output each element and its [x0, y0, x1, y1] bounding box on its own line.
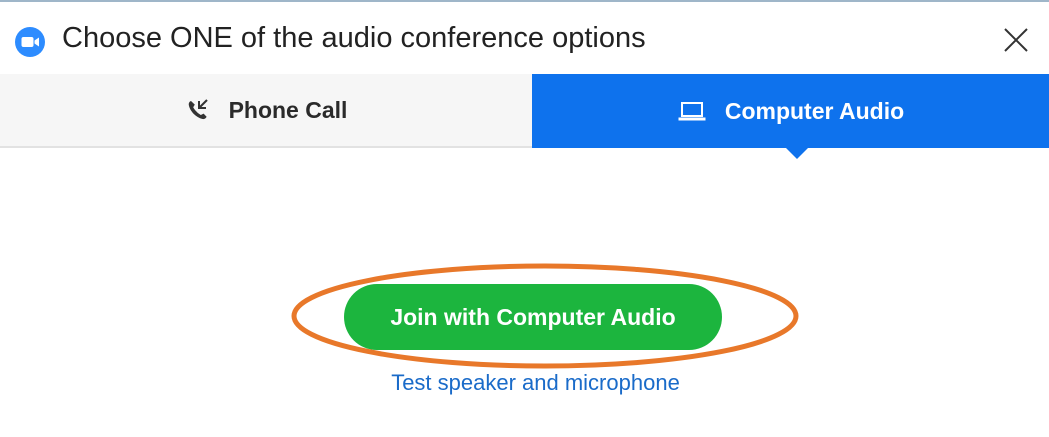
- tab-phone-call-label: Phone Call: [228, 96, 348, 123]
- dialog-title: Choose ONE of the audio conference optio…: [62, 22, 646, 54]
- join-computer-audio-button[interactable]: Join with Computer Audio: [344, 284, 722, 350]
- selected-tab-pointer: [786, 148, 808, 159]
- zoom-logo-icon: [14, 26, 46, 58]
- tab-phone-call[interactable]: Phone Call: [0, 74, 532, 148]
- tab-computer-audio[interactable]: Computer Audio: [532, 74, 1049, 148]
- audio-options-dialog: Choose ONE of the audio conference optio…: [0, 0, 1049, 437]
- tab-bar: Phone Call Computer Audio: [0, 74, 1049, 148]
- laptop-icon: [677, 99, 707, 123]
- tab-computer-audio-label: Computer Audio: [724, 97, 905, 124]
- phone-call-icon: [185, 97, 211, 123]
- close-button[interactable]: [996, 22, 1036, 62]
- join-button-label: Join with Computer Audio: [390, 303, 676, 330]
- test-speaker-microphone-link[interactable]: Test speaker and microphone: [0, 370, 1049, 396]
- title-bar: Choose ONE of the audio conference optio…: [0, 2, 1049, 74]
- close-icon: [1003, 27, 1029, 58]
